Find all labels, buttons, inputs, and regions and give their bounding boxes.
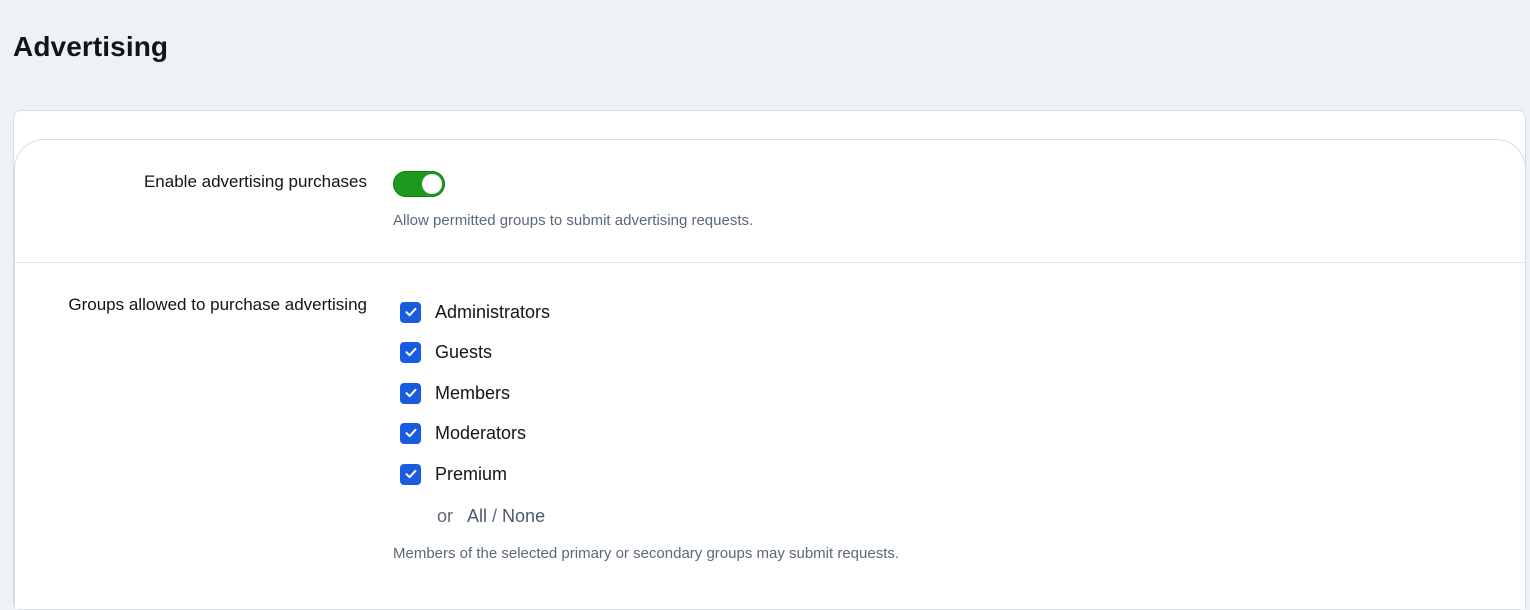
enable-purchases-toggle[interactable] (393, 171, 445, 197)
group-label: Guests (435, 341, 493, 362)
select-all-link[interactable]: All (467, 506, 487, 526)
group-label: Administrators (435, 301, 551, 322)
enable-purchases-label: Enable advertising purchases (143, 172, 367, 191)
or-text: or (437, 506, 454, 526)
group-label: Members (435, 382, 511, 403)
options-form (14, 139, 1526, 609)
group-checkbox-guests[interactable]: Guests (400, 341, 492, 363)
group-checkbox-administrators[interactable]: Administrators (400, 301, 550, 323)
groups-hint: Members of the selected primary or secon… (393, 545, 900, 562)
row-divider (15, 262, 1525, 263)
enable-purchases-hint: Allow permitted groups to submit adverti… (393, 212, 754, 229)
all-none-separator: / (487, 506, 503, 526)
group-label: Moderators (435, 422, 527, 443)
group-checkbox-moderators[interactable]: Moderators (400, 422, 526, 444)
select-all-none: or All / None (437, 506, 545, 527)
check-icon (405, 307, 416, 317)
check-icon (405, 469, 416, 479)
group-checkbox-members[interactable]: Members (400, 382, 510, 404)
groups-allowed-label: Groups allowed to purchase advertising (68, 295, 367, 314)
checkbox-checked[interactable] (400, 422, 421, 444)
group-label: Premium (435, 463, 508, 484)
checkbox-checked[interactable] (400, 301, 421, 323)
checkbox-checked[interactable] (400, 341, 421, 363)
group-checkbox-premium[interactable]: Premium (400, 463, 507, 485)
checkbox-checked[interactable] (400, 463, 421, 485)
select-none-link[interactable]: None (502, 506, 545, 526)
page-title: Advertising (13, 31, 169, 62)
check-icon (405, 347, 416, 357)
check-icon (405, 388, 416, 398)
check-icon (405, 428, 416, 438)
checkbox-checked[interactable] (400, 382, 421, 404)
toggle-knob (422, 174, 442, 194)
